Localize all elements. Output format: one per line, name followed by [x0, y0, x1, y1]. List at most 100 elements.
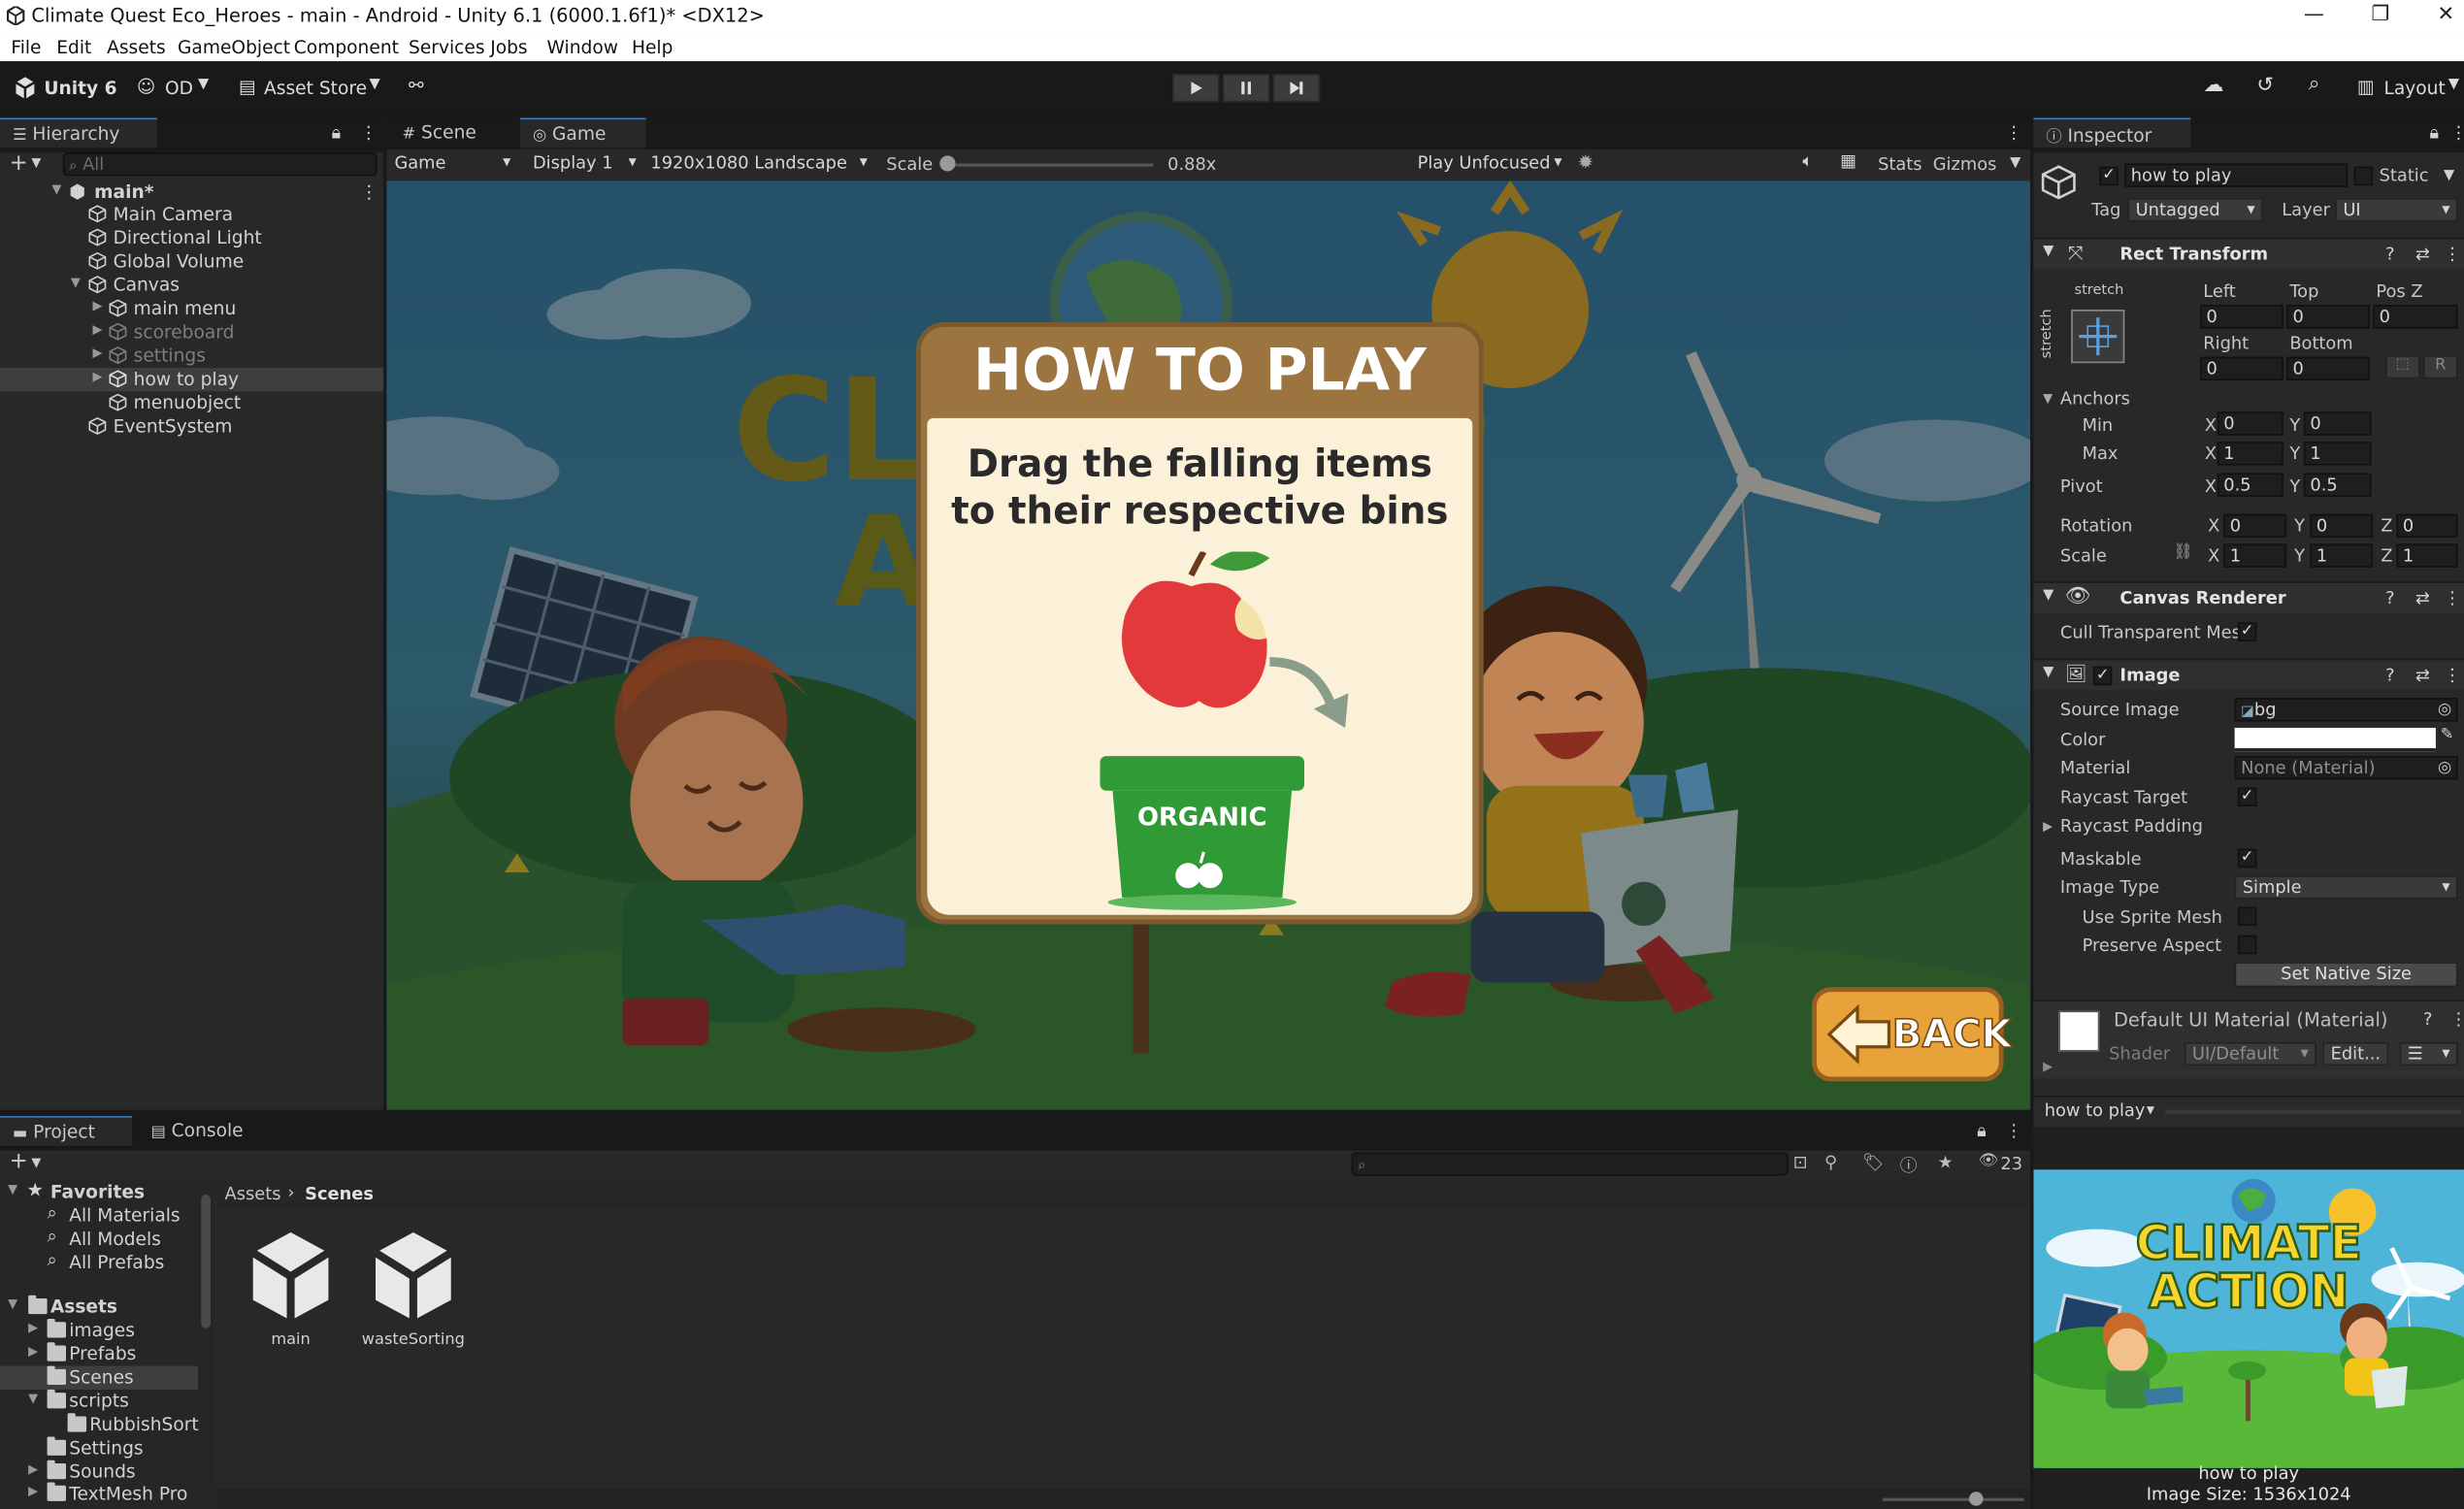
folder-images[interactable]: ▶ images [0, 1319, 201, 1342]
more-options-icon[interactable]: ⋮ [2449, 1009, 2464, 1030]
layout-dropdown[interactable]: Layout [2383, 77, 2445, 99]
favorite-all-models[interactable]: ⌕ All Models [0, 1226, 201, 1251]
game-view[interactable]: CL E A [386, 180, 2031, 1110]
bug-icon[interactable]: ✹ [1578, 151, 1593, 174]
hierarchy-item-menuobject[interactable]: menuobject [0, 391, 383, 414]
folder-settings[interactable]: Settings [0, 1436, 201, 1460]
object-picker-icon[interactable]: ◎ [2438, 758, 2451, 778]
menu-edit[interactable]: Edit [56, 36, 91, 58]
eyedropper-icon[interactable]: ✎ [2441, 726, 2454, 743]
static-checkbox[interactable] [2353, 166, 2374, 186]
raycast-target-checkbox[interactable]: ✓ [2237, 787, 2257, 806]
more-options-icon[interactable]: ⋮ [360, 122, 378, 143]
speaker-icon[interactable]: 🔈︎ [1802, 151, 1813, 174]
more-options-icon[interactable]: ⋮ [2444, 244, 2461, 264]
game-mode-dropdown[interactable]: Game [388, 152, 517, 176]
menu-services[interactable]: Services [409, 36, 485, 58]
tab-console[interactable]: ▤ Console [138, 1116, 264, 1146]
project-tree-scrollbar[interactable] [201, 1195, 211, 1329]
canvas-renderer-header[interactable]: ▼ 👁︎ Canvas Renderer ? ⇄ ⋮ [2033, 581, 2464, 613]
cull-transparent-checkbox[interactable]: ✓ [2237, 622, 2257, 641]
search-scope-icon[interactable]: ⊡ [1793, 1152, 1808, 1172]
step-button[interactable] [1272, 74, 1321, 103]
set-native-size-button[interactable]: Set Native Size [2234, 962, 2458, 988]
link-icon[interactable]: ⛓ [2173, 543, 2193, 561]
more-options-icon[interactable]: ⋮ [2449, 122, 2464, 143]
hierarchy-item-eventsystem[interactable]: EventSystem [0, 415, 383, 439]
project-search-input[interactable]: ⌕ [1351, 1152, 1789, 1176]
folder-prefabs[interactable]: ▶ Prefabs [0, 1342, 201, 1365]
menu-help[interactable]: Help [632, 36, 673, 58]
use-sprite-mesh-checkbox[interactable] [2237, 906, 2257, 927]
preview-object-dropdown[interactable]: how to play [2038, 1100, 2160, 1124]
scale-y-field[interactable]: 1 [2310, 543, 2374, 568]
raw-edit-button[interactable]: R [2422, 355, 2458, 379]
object-picker-icon[interactable]: ◎ [2438, 700, 2451, 720]
image-type-dropdown[interactable]: Simple [2234, 875, 2458, 900]
pause-button[interactable] [1222, 74, 1270, 103]
hierarchy-item-directional-light[interactable]: Directional Light [0, 226, 383, 249]
display-dropdown[interactable]: Display 1 [526, 152, 642, 176]
search-icon[interactable]: ⌕ [2309, 73, 2320, 96]
tab-game[interactable]: ◎ Game [519, 117, 646, 148]
anchor-preset-button[interactable] [2071, 310, 2125, 364]
lock-icon[interactable]: 🔒︎ [1977, 1121, 1986, 1143]
image-component-header[interactable]: ▼ 🖼︎ ✓ Image ? ⇄ ⋮ [2033, 658, 2464, 691]
menu-gameobject[interactable]: GameObject [178, 36, 290, 58]
hierarchy-item-settings[interactable]: ▶ settings [0, 344, 383, 368]
favorite-all-materials[interactable]: ⌕ All Materials [0, 1202, 201, 1228]
blueprint-mode-button[interactable]: ⬚ [2385, 355, 2420, 379]
preset-icon[interactable]: ⇄ [2415, 588, 2430, 608]
scale-x-field[interactable]: 1 [2223, 543, 2287, 568]
scale-slider-handle[interactable] [939, 155, 956, 172]
back-button[interactable]: BACK [1812, 987, 2013, 1082]
play-button[interactable] [1171, 74, 1220, 103]
stats-button[interactable]: Stats [1878, 154, 1922, 175]
anchor-max-y-field[interactable]: 1 [2303, 442, 2372, 466]
unity-version-button[interactable]: Unity 6 [44, 77, 116, 99]
chevron-down-icon[interactable]: ▼ [2010, 155, 2020, 171]
tag-dropdown[interactable]: Untagged [2127, 198, 2263, 222]
preset-icon[interactable]: ⇄ [2415, 244, 2430, 264]
anchor-min-y-field[interactable]: 0 [2303, 411, 2372, 436]
chevron-right-icon[interactable]: ▶ [2043, 819, 2053, 834]
assets-item[interactable]: ▼ Assets [0, 1296, 201, 1319]
material-field[interactable]: None (Material) ◎ [2234, 756, 2458, 780]
play-focus-dropdown[interactable]: Play Unfocused [1411, 152, 1568, 176]
account-button[interactable]: OD [165, 77, 193, 99]
icon-size-slider-track[interactable] [1882, 1497, 2024, 1501]
scene-root[interactable]: ▼ ⬢ main* ⋮ [0, 180, 383, 204]
chevron-right-icon[interactable]: ▶ [93, 322, 103, 337]
breadcrumb-scenes[interactable]: Scenes [305, 1184, 374, 1204]
tab-scene[interactable]: # Scene [390, 117, 516, 148]
anchor-max-x-field[interactable]: 1 [2217, 442, 2283, 466]
filter-type-icon[interactable]: ⚲ [1824, 1152, 1837, 1172]
active-checkbox[interactable]: ✓ [2099, 166, 2119, 186]
hierarchy-search-input[interactable]: ⌕ All [62, 152, 378, 177]
shader-dropdown[interactable]: UI/Default [2184, 1041, 2316, 1066]
right-field[interactable]: 0 [2200, 356, 2283, 380]
scale-slider-track[interactable] [945, 163, 1154, 167]
asset-store-button[interactable]: Asset Store [264, 77, 367, 99]
tab-hierarchy[interactable]: ☰ Hierarchy [0, 117, 157, 148]
hierarchy-item-scoreboard[interactable]: ▶ scoreboard [0, 320, 383, 344]
hierarchy-item-how-to-play[interactable]: ▶ how to play [0, 368, 384, 392]
hierarchy-item-canvas[interactable]: ▼ Canvas [0, 274, 383, 297]
preview-resize-handle[interactable] [2165, 1109, 2461, 1115]
posz-field[interactable]: 0 [2373, 305, 2458, 329]
account-icon[interactable]: ☺ [137, 76, 155, 98]
folder-scripts[interactable]: ▼ scripts [0, 1390, 201, 1413]
help-icon[interactable]: ? [2385, 244, 2394, 264]
folder-sounds[interactable]: ▶ Sounds [0, 1460, 201, 1484]
minimize-icon[interactable]: — [2304, 3, 2324, 26]
hierarchy-item-global-volume[interactable]: Global Volume [0, 250, 383, 274]
favorite-all-prefabs[interactable]: ⌕ All Prefabs [0, 1250, 201, 1274]
left-field[interactable]: 0 [2200, 305, 2283, 329]
layer-dropdown[interactable]: UI [2335, 198, 2458, 222]
add-icon[interactable]: + [10, 151, 28, 177]
hierarchy-item-main-camera[interactable]: Main Camera [0, 203, 383, 226]
maskable-checkbox[interactable]: ✓ [2237, 848, 2257, 869]
bottom-field[interactable]: 0 [2286, 356, 2370, 380]
help-icon[interactable]: ? [2385, 665, 2394, 685]
asset-wastesorting[interactable]: wasteSorting [361, 1226, 465, 1352]
